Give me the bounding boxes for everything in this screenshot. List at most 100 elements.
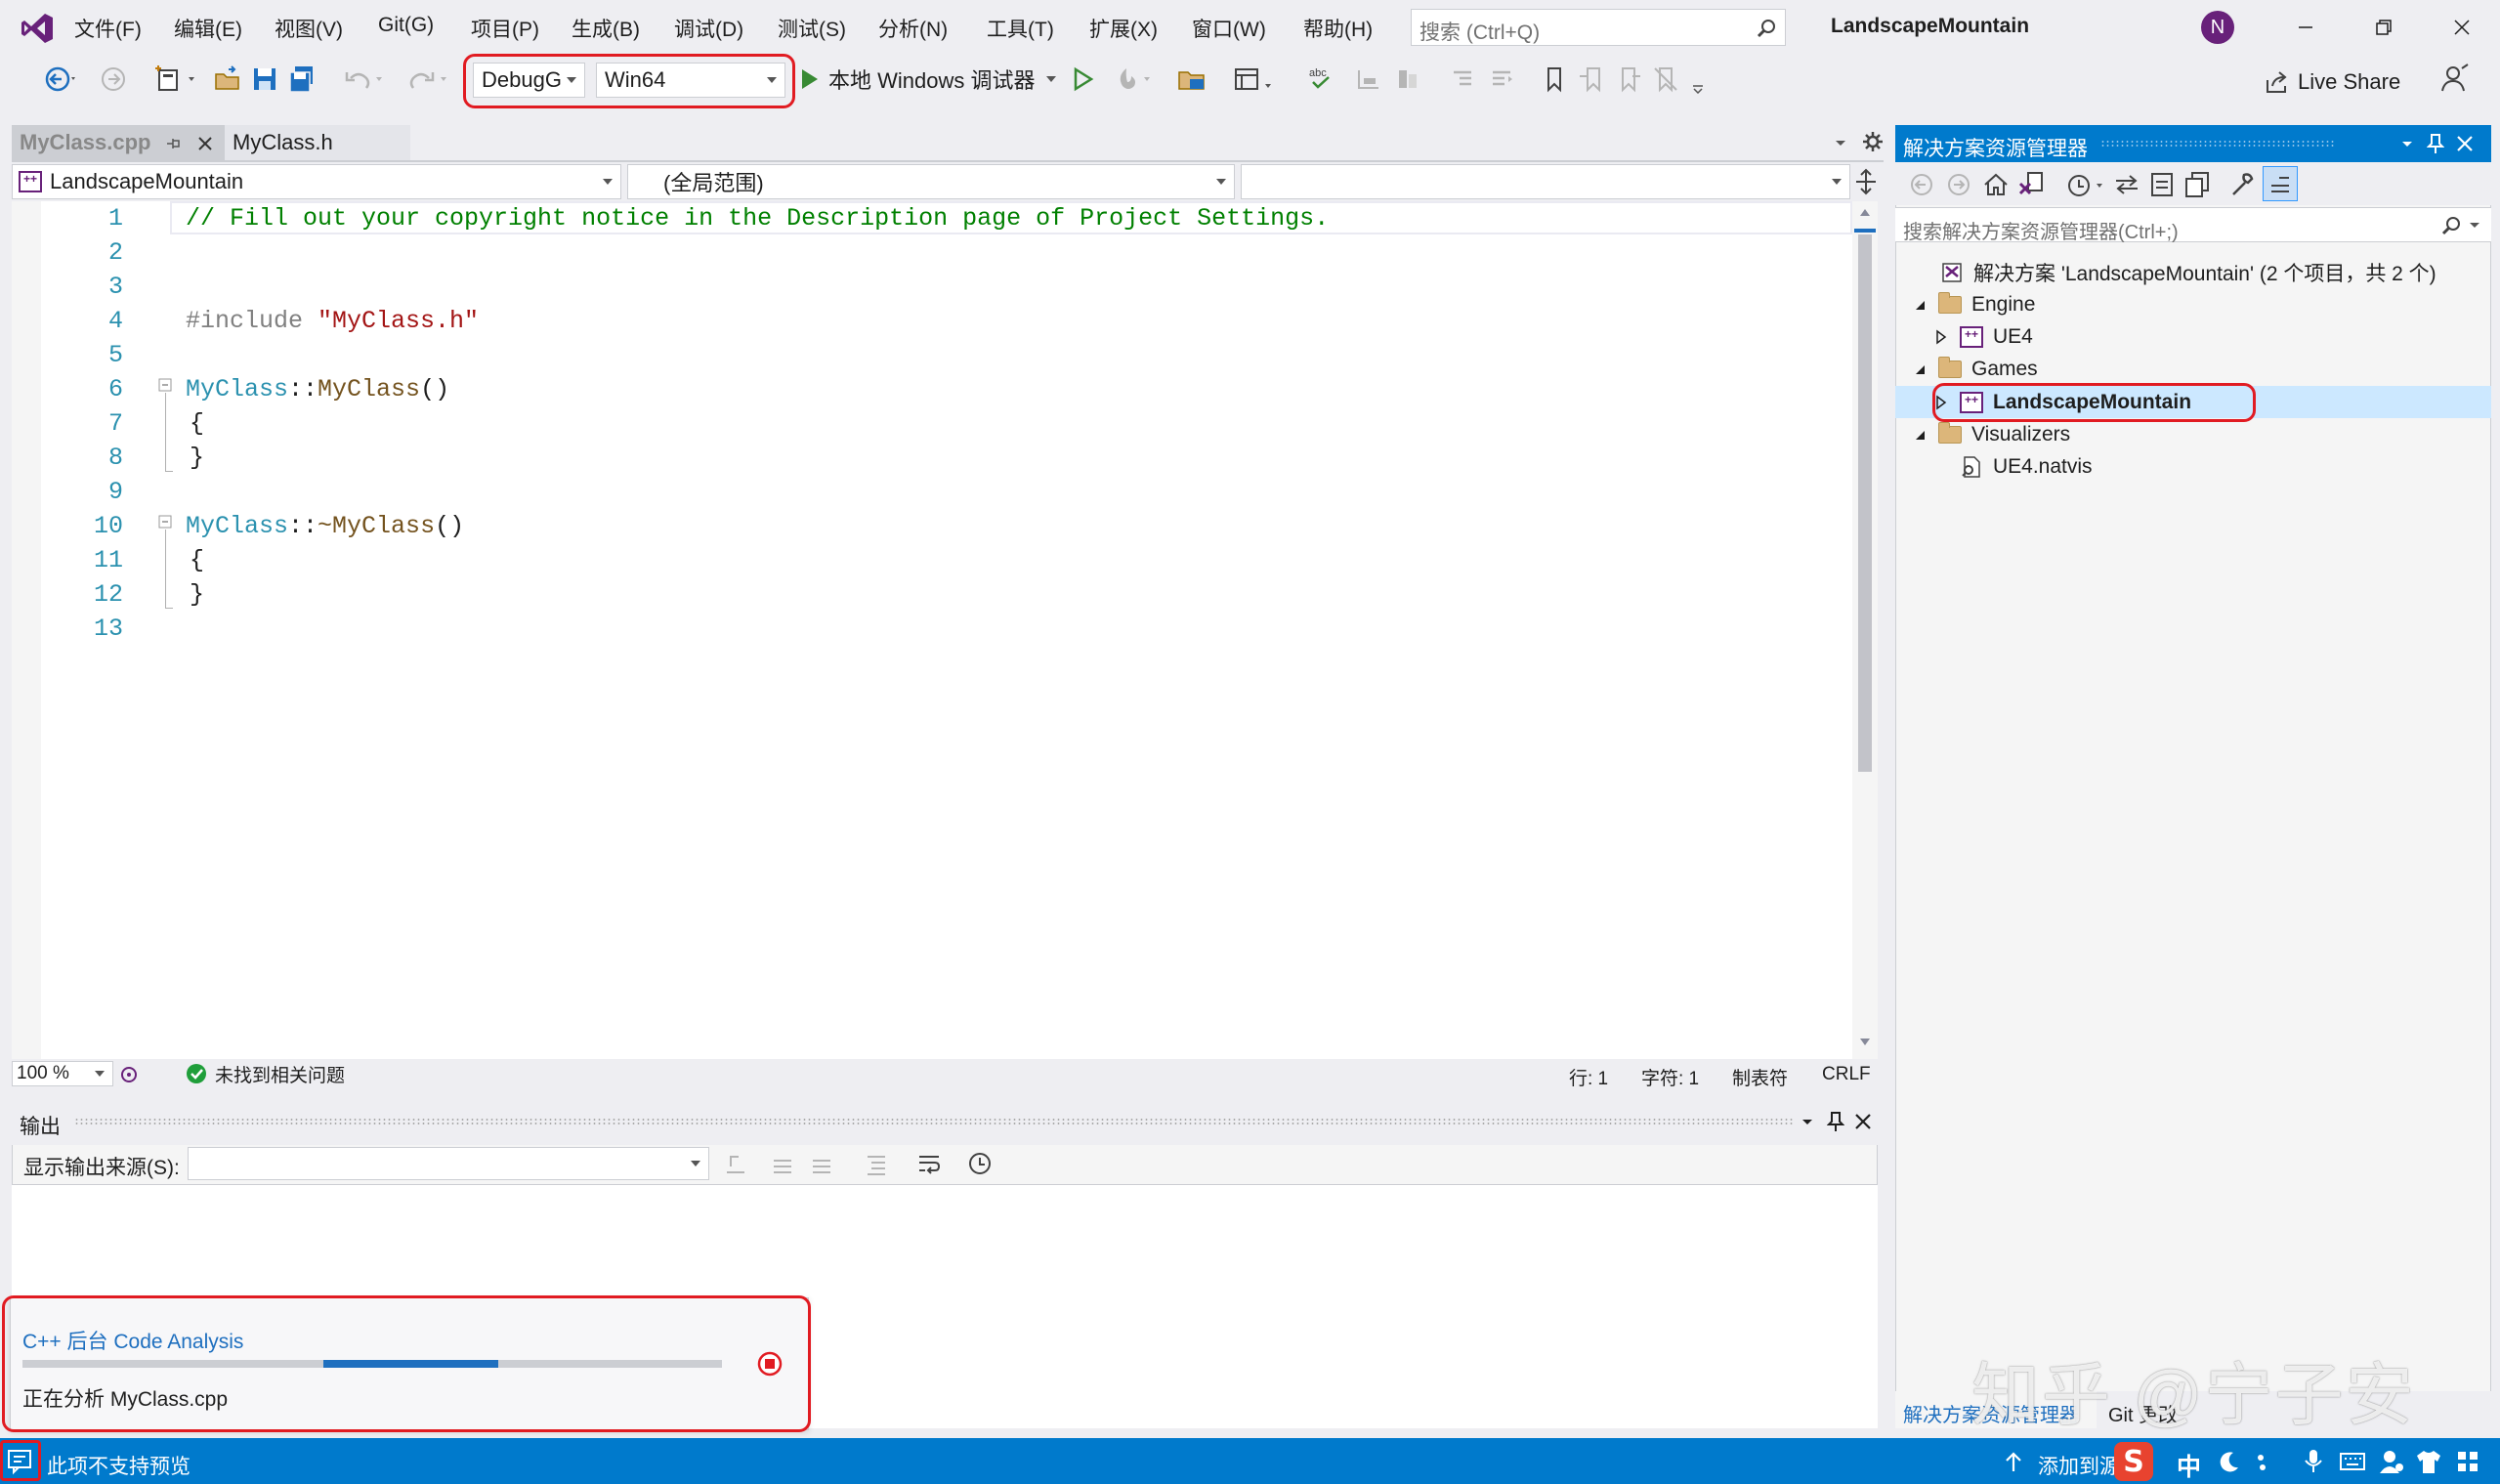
back-icon[interactable]: [1909, 172, 1934, 197]
menu-item-12[interactable]: 帮助(H): [1303, 14, 1373, 43]
panel-close-icon[interactable]: [1854, 1113, 1872, 1130]
open-folder-icon[interactable]: [211, 61, 244, 98]
pin-icon[interactable]: [165, 136, 183, 151]
vs-logo-icon[interactable]: [20, 12, 55, 45]
collapse-icon[interactable]: [158, 378, 172, 392]
redo-icon[interactable]: [399, 61, 449, 98]
member-nav-dropdown[interactable]: [1241, 164, 1850, 199]
indent-mode[interactable]: 制表符: [1732, 1064, 1788, 1090]
code-line[interactable]: }: [190, 444, 204, 472]
start-without-debug-icon[interactable]: [1067, 61, 1100, 98]
next-message-icon[interactable]: [809, 1151, 834, 1176]
tree-item-folder[interactable]: Engine: [1895, 288, 2491, 320]
code-line[interactable]: MyClass::~MyClass(): [186, 512, 464, 540]
panel-pin-icon[interactable]: [1827, 1111, 1844, 1132]
toolbar-overflow-icon[interactable]: [1686, 61, 1710, 98]
menu-item-7[interactable]: 测试(S): [778, 14, 846, 43]
search-input[interactable]: 搜索 (Ctrl+Q): [1419, 17, 1540, 46]
code-line[interactable]: #include "MyClass.h": [186, 307, 479, 335]
menu-item-3[interactable]: Git(G): [378, 14, 434, 37]
solution-search-input[interactable]: 搜索解决方案资源管理器(Ctrl+;): [1903, 216, 2179, 244]
folder-browse-icon[interactable]: [1174, 61, 1209, 98]
tree-item-solution[interactable]: 解决方案 'LandscapeMountain' (2 个项目，共 2 个): [1895, 256, 2491, 288]
expanded-arrow-icon[interactable]: [1909, 428, 1930, 442]
collapse-all-icon[interactable]: [2147, 170, 2177, 199]
tab-dropdown-icon[interactable]: [1833, 135, 1848, 150]
tree-item-folder[interactable]: Visualizers: [1895, 419, 2491, 451]
keyboard-icon[interactable]: [2339, 1450, 2366, 1473]
live-share-button[interactable]: Live Share: [2263, 64, 2400, 100]
split-editor-icon[interactable]: [1854, 168, 1878, 195]
spell-check-icon[interactable]: abc: [1303, 61, 1338, 98]
scope-nav-dropdown[interactable]: (全局范围): [627, 164, 1235, 199]
bookmark-icon[interactable]: [1538, 61, 1571, 98]
prev-message-icon[interactable]: [770, 1151, 795, 1176]
grid-icon[interactable]: [2456, 1450, 2479, 1473]
tree-item-folder[interactable]: Games: [1895, 354, 2491, 386]
save-icon[interactable]: [248, 61, 281, 98]
comment-out-icon[interactable]: [1352, 61, 1385, 98]
solution-search-box[interactable]: 搜索解决方案资源管理器(Ctrl+;): [1895, 207, 2491, 244]
save-all-icon[interactable]: [285, 61, 318, 98]
expanded-arrow-icon[interactable]: [1909, 298, 1930, 312]
code-editor[interactable]: 1 // Fill out your copyright notice in th…: [12, 201, 1854, 1059]
start-debug-button[interactable]: 本地 Windows 调试器: [797, 61, 1057, 98]
cursor-row[interactable]: 行: 1: [1569, 1064, 1608, 1090]
microphone-icon[interactable]: [2302, 1448, 2325, 1475]
restore-button[interactable]: [2364, 10, 2403, 45]
panel-close-icon[interactable]: [2456, 135, 2474, 152]
undo-icon[interactable]: [340, 61, 391, 98]
menu-item-10[interactable]: 扩展(X): [1089, 14, 1158, 43]
shirt-icon[interactable]: [2415, 1448, 2442, 1475]
intellicode-icon[interactable]: [117, 1063, 141, 1086]
code-line[interactable]: {: [190, 409, 204, 438]
menu-item-9[interactable]: 工具(T): [987, 14, 1054, 43]
menu-item-1[interactable]: 编辑(E): [174, 14, 242, 43]
menu-item-5[interactable]: 生成(B): [572, 14, 640, 43]
tree-item-project[interactable]: UE4: [1895, 321, 2491, 354]
issues-indicator[interactable]: 未找到相关问题: [186, 1062, 345, 1086]
line-ending[interactable]: CRLF: [1822, 1064, 1871, 1085]
zoom-dropdown[interactable]: 100 %: [12, 1061, 113, 1086]
properties-icon[interactable]: [2227, 170, 2257, 199]
forward-button[interactable]: [96, 61, 131, 98]
clear-all-icon[interactable]: [864, 1151, 889, 1176]
sync-icon[interactable]: [2112, 170, 2141, 199]
prev-bookmark-icon[interactable]: [1575, 61, 1608, 98]
word-wrap-icon[interactable]: [916, 1151, 942, 1176]
collapsed-arrow-icon[interactable]: [1930, 329, 1952, 345]
menu-item-8[interactable]: 分析(N): [878, 14, 948, 43]
punctuation-icon[interactable]: [2253, 1450, 2276, 1473]
close-window-button[interactable]: [2442, 10, 2481, 45]
menu-item-0[interactable]: 文件(F): [74, 14, 142, 43]
minimize-button[interactable]: [2286, 10, 2325, 45]
menu-item-2[interactable]: 视图(V): [275, 14, 343, 43]
back-button[interactable]: [35, 61, 84, 98]
code-line[interactable]: // Fill out your copyright notice in the…: [186, 204, 1329, 233]
tab-mycalss-cpp[interactable]: MyClass.cpp: [12, 125, 225, 160]
outdent-icon[interactable]: [1446, 61, 1479, 98]
code-line[interactable]: }: [190, 580, 204, 609]
feedback-icon[interactable]: [2438, 63, 2472, 96]
layout-icon[interactable]: [1229, 61, 1280, 98]
find-message-icon[interactable]: [723, 1151, 748, 1176]
chevron-down-icon[interactable]: [2468, 220, 2481, 232]
cursor-col[interactable]: 字符: 1: [1641, 1064, 1699, 1090]
moon-icon[interactable]: [2218, 1450, 2241, 1473]
code-line[interactable]: MyClass::MyClass(): [186, 375, 449, 403]
editor-settings-icon[interactable]: [1862, 131, 1884, 152]
switch-views-icon[interactable]: [2016, 170, 2046, 199]
tree-item-file[interactable]: UE4.natvis: [1895, 451, 2491, 484]
menu-item-4[interactable]: 项目(P): [471, 14, 539, 43]
code-line[interactable]: {: [190, 546, 204, 574]
uncomment-icon[interactable]: [1391, 61, 1424, 98]
new-project-icon[interactable]: [150, 61, 201, 98]
timestamp-icon[interactable]: [967, 1151, 993, 1176]
scroll-thumb[interactable]: [1858, 234, 1872, 772]
expanded-arrow-icon[interactable]: [1909, 362, 1930, 376]
collapse-icon[interactable]: [158, 515, 172, 529]
hot-reload-icon[interactable]: [1108, 61, 1159, 98]
ime-mode[interactable]: 中: [2177, 1448, 2201, 1483]
user-icon[interactable]: [2378, 1448, 2405, 1475]
output-source-dropdown[interactable]: [188, 1147, 709, 1180]
